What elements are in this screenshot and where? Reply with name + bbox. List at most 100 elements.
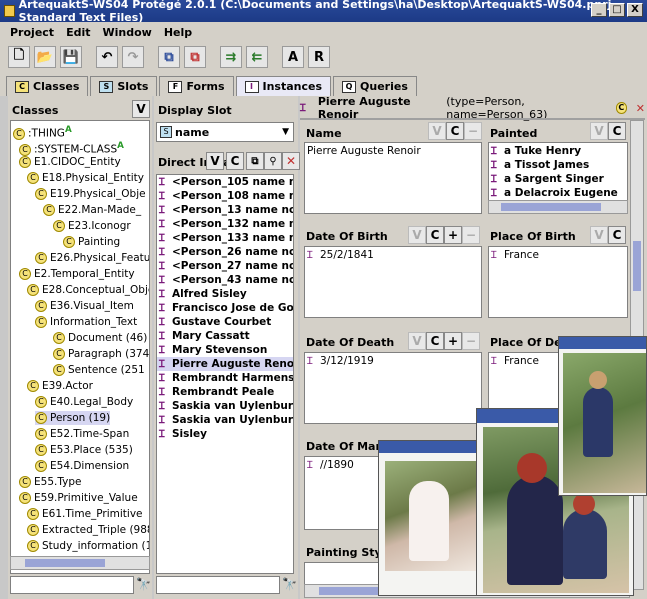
instance-list[interactable]: Ɪ <Person_105 name not set> Ɪ <Person_108 n… [156,174,294,574]
pob-create-button[interactable]: C [608,226,626,244]
dod-field[interactable]: Ɪ 3/12/1919 [304,352,482,424]
painted-view-button[interactable]: V [590,122,608,140]
instance-list-item[interactable]: Ɪ Pierre Auguste Renoir [157,357,293,371]
class-tree-item[interactable]: CExtracted_Triple (9883) [27,523,149,537]
instance-list-item[interactable]: Ɪ Gustave Courbet [157,315,293,329]
instance-list-item[interactable]: Ɪ Mary Stevenson [157,343,293,357]
painted-item[interactable]: Ɪa Tuke Henry [491,145,625,159]
class-tree-item[interactable]: C Painting [63,235,120,249]
close-form-icon[interactable]: ✕ [636,102,645,115]
menu-help[interactable]: Help [164,26,192,39]
menu-project[interactable]: Project [10,26,54,39]
instance-list-item[interactable]: Ɪ <Person_26 name not set> [157,245,293,259]
class-tree-item[interactable]: C E53.Place (535) [35,443,133,457]
menu-edit[interactable]: Edit [66,26,90,39]
tab-forms[interactable]: F Forms [159,76,234,96]
painted-item[interactable]: Ɪa Delacroix Eugene [491,187,625,201]
instance-list-item[interactable]: Ɪ <Person_132 name not set> [157,217,293,231]
create-instance-button[interactable]: C [226,152,244,170]
painted-item[interactable]: Ɪa Sargent Singer [491,173,625,187]
instance-list-item[interactable]: Ɪ Rembrandt Peale [157,385,293,399]
tab-classes[interactable]: C Classes [6,76,89,96]
exclude-icon[interactable]: ⇇ [246,46,268,68]
class-tree-item[interactable]: C Information_Text [35,315,137,329]
pob-field[interactable]: Ɪ France [488,246,628,318]
class-tree-item[interactable]: C E39.Actor [27,379,93,393]
redo-icon[interactable]: ↷ [122,46,144,68]
r-button[interactable]: R [308,46,330,68]
display-slot-select[interactable]: S name ▼ [156,122,294,142]
instance-list-item[interactable]: Ɪ <Person_27 name not set> [157,259,293,273]
copy-instance-icon[interactable]: ⧉ [246,152,264,170]
class-tree-item[interactable]: C E40.Legal_Body [35,395,133,409]
instance-list-item[interactable]: Ɪ <Person_43 name not set> [157,273,293,287]
tab-slots[interactable]: S Slots [90,76,158,96]
class-tree-item[interactable]: C E2.Temporal_Entity [19,267,135,281]
dod-create-button[interactable]: C [426,332,444,350]
close-button[interactable]: X [627,3,643,17]
dob-view-button[interactable]: V [408,226,426,244]
name-view-button[interactable]: V [428,122,446,140]
class-tree-item[interactable]: C E59.Primitive_Value [19,491,138,505]
delete-icon[interactable]: ⧉ [184,46,206,68]
tab-queries[interactable]: Q Queries [333,76,417,96]
delete-instance-icon[interactable]: ✕ [282,152,300,170]
class-tree-item[interactable]: C E23.Iconogr [53,219,131,233]
class-tree[interactable]: C:THINGA C:SYSTEM-CLASSA C E1.CIDOC_Entity C… [10,120,150,574]
minimize-button[interactable]: _ [591,3,607,17]
include-icon[interactable]: ⇉ [220,46,242,68]
view-instance-button[interactable]: V [206,152,224,170]
view-class-button[interactable]: V [132,100,150,118]
painted-h-scrollbar[interactable] [488,200,628,214]
instance-list-item[interactable]: Ɪ <Person_13 name not set> [157,203,293,217]
instance-list-item[interactable]: Ɪ <Person_105 name not set> [157,175,293,189]
binoculars-icon[interactable]: 🔭 [282,577,297,591]
class-tree-item[interactable]: C Person (19) [35,411,111,425]
name-create-button[interactable]: C [446,122,464,140]
dod-view-button[interactable]: V [408,332,426,350]
instance-list-item[interactable]: Ɪ Mary Cassatt [157,329,293,343]
class-tree-item[interactable]: C E18.Physical_Entity [27,171,144,185]
instance-list-item[interactable]: Ɪ <Person_133 name not set> [157,231,293,245]
undo-icon[interactable]: ↶ [96,46,118,68]
dob-remove-button[interactable]: − [462,226,480,244]
instance-list-item[interactable]: Ɪ Alfred Sisley [157,287,293,301]
classes-h-scrollbar[interactable] [10,556,150,570]
class-tree-item[interactable]: C E36.Visual_Item [35,299,134,313]
maximize-button[interactable]: □ [609,3,625,17]
class-tree-item[interactable]: C E61.Time_Primitive [27,507,143,521]
name-field[interactable]: Pierre Auguste Renoir [304,142,482,214]
class-tree-item[interactable]: C E26.Physical_Featu [35,251,149,265]
class-tree-item[interactable]: C E52.Time-Span [35,427,129,441]
instance-list-item[interactable]: Ɪ Saskia van Uylenburgh [157,413,293,427]
new-project-icon[interactable]: 🗋 [8,46,30,68]
save-project-icon[interactable]: 💾 [60,46,82,68]
instance-list-item[interactable]: Ɪ Saskia van Uylenburch [157,399,293,413]
classes-search-input[interactable] [10,576,134,594]
pob-view-button[interactable]: V [590,226,608,244]
instance-list-item[interactable]: Ɪ Francisco Jose de Goya [157,301,293,315]
dob-create-button[interactable]: C [426,226,444,244]
class-tree-item[interactable]: C E28.Conceptual_Objec [27,283,149,297]
binoculars-icon[interactable]: 🔭 [136,577,151,591]
dob-add-button[interactable]: + [444,226,462,244]
instances-search-input[interactable] [156,576,280,594]
reference-icon[interactable]: ⚲ [264,152,282,170]
class-tree-item[interactable]: C E19.Physical_Obje [35,187,146,201]
open-project-icon[interactable]: 📂 [34,46,56,68]
class-tree-item[interactable]: C E1.CIDOC_Entity [19,155,121,169]
instance-list-item[interactable]: Ɪ Rembrandt Harmenszoon v... [157,371,293,385]
class-tree-item[interactable]: CStudy_information (14) [27,539,149,553]
dob-field[interactable]: Ɪ 25/2/1841 [304,246,482,318]
class-tree-item[interactable]: C:THINGA [13,123,72,140]
class-tree-item[interactable]: C Document (46) [53,331,147,345]
dod-remove-button[interactable]: − [462,332,480,350]
copy-icon[interactable]: ⧉ [158,46,180,68]
class-tree-item[interactable]: C:SYSTEM-CLASSA [19,139,124,156]
class-tree-item[interactable]: C Paragraph (374 [53,347,149,361]
a-button[interactable]: A [282,46,304,68]
class-tree-item[interactable]: C Sentence (251 [53,363,145,377]
instance-list-item[interactable]: Ɪ <Person_108 name not set> [157,189,293,203]
painted-create-button[interactable]: C [608,122,626,140]
tab-instances[interactable]: I Instances [235,76,332,96]
